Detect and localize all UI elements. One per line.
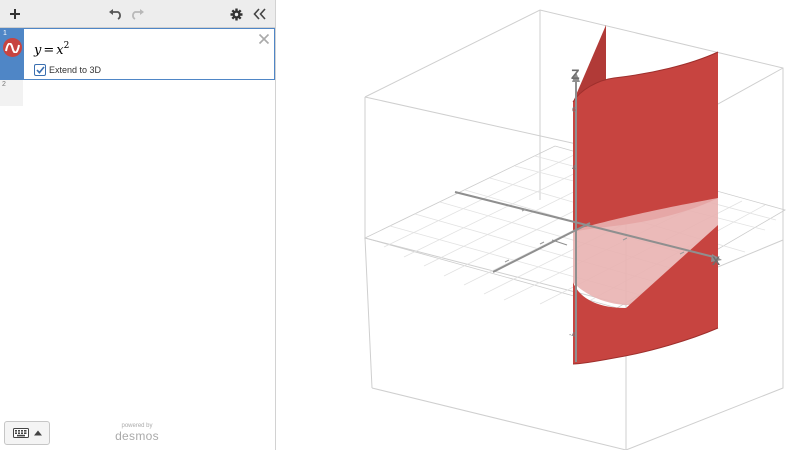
graph-style-icon[interactable]	[3, 38, 22, 57]
double-chevron-left-icon[interactable]	[251, 0, 269, 28]
z-tick-label: -4	[569, 332, 575, 339]
gear-icon[interactable]	[228, 0, 244, 28]
expression-item[interactable]: 1 y = x2 Extend to 3D	[0, 28, 275, 80]
desmos-logo: desmos	[115, 429, 159, 443]
redo-icon[interactable]	[128, 0, 146, 28]
checkbox-checked-icon[interactable]	[34, 64, 46, 76]
expression-toolbar	[0, 0, 275, 28]
expression-gutter: 1	[1, 29, 24, 79]
extend-to-3d-label: Extend to 3D	[49, 65, 102, 75]
close-icon[interactable]	[257, 32, 271, 46]
expression-index: 2	[2, 81, 6, 88]
expression-panel: 1 y = x2 Extend to 3D 2 powered by desmo…	[0, 0, 276, 450]
extend-to-3d-toggle[interactable]: Extend to 3D	[34, 64, 101, 76]
formula-exponent: 2	[63, 41, 70, 51]
surface-parabolic-cylinder	[572, 25, 719, 365]
undo-icon[interactable]	[106, 0, 124, 28]
desmos-3d-app: 1 y = x2 Extend to 3D 2 powered by desmo…	[0, 0, 800, 450]
keyboard-toggle-button[interactable]	[4, 421, 50, 445]
keyboard-icon	[12, 428, 29, 438]
z-tick-label: 4	[572, 165, 576, 172]
formula-base: x	[56, 43, 64, 58]
powered-by-desmos[interactable]: powered by desmos	[110, 423, 164, 443]
expression-formula[interactable]: y = x2	[34, 41, 69, 58]
expression-index: 1	[3, 30, 7, 37]
z-tick-label: 6	[572, 107, 576, 114]
caret-up-icon	[33, 430, 42, 436]
plus-icon[interactable]	[6, 0, 24, 28]
expression-list: 1 y = x2 Extend to 3D 2	[0, 28, 275, 106]
x-axis-label: X	[712, 254, 720, 268]
new-expression-row[interactable]: 2	[0, 80, 275, 106]
formula-equals: =	[43, 43, 55, 58]
graph-canvas[interactable]: Z X 6 4 -4	[276, 0, 800, 450]
expression-gutter: 2	[0, 80, 23, 106]
z-axis-label: Z	[571, 66, 580, 82]
